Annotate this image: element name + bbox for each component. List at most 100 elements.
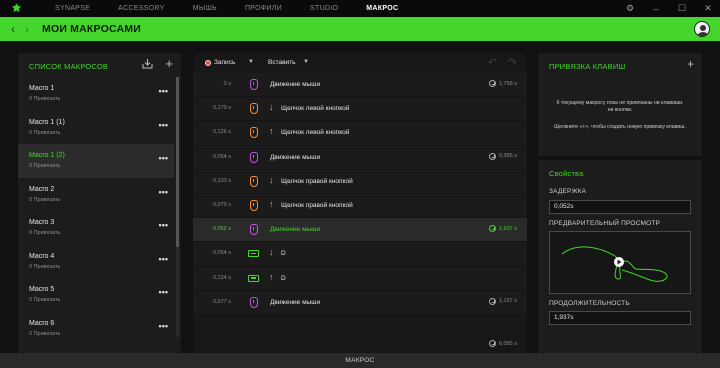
macro-binding-count: 0 Привязать <box>29 297 61 303</box>
clock-icon <box>488 80 496 87</box>
import-icon[interactable] <box>142 58 153 72</box>
key-binding-text-line: К текущему макросу пока не привязаны ни … <box>556 100 684 106</box>
step-delay[interactable]: 0,054 s <box>201 250 231 256</box>
step-label: Движение мыши <box>270 153 321 161</box>
macro-step-row[interactable]: 0,124 s ↑ D <box>193 266 527 291</box>
duration-field[interactable]: 1,937s <box>549 311 691 325</box>
macro-list-item[interactable]: Macro 1 0 Привязать ••• <box>18 77 174 111</box>
keyboard-icon <box>248 247 259 260</box>
properties-title: Свойства <box>549 169 584 178</box>
macro-name: Macro 2 <box>29 185 55 193</box>
macro-editor-panel: Запись ▼ Вставить ▼ ↶ ↷ 0 s Движение мыши… <box>193 53 527 353</box>
add-binding-icon[interactable]: + <box>687 57 694 71</box>
razer-logo-icon[interactable] <box>8 0 25 17</box>
macro-list-item[interactable]: Macro 1 (1) 0 Привязать ••• <box>18 111 174 145</box>
undo-icon[interactable]: ↶ <box>488 56 497 69</box>
macro-list-item[interactable]: Macro 2 0 Привязать ••• <box>18 178 174 212</box>
mouse-click-icon <box>248 102 259 115</box>
add-macro-icon[interactable]: + <box>165 57 173 72</box>
tab-mouse[interactable]: МЫШЬ <box>179 0 231 17</box>
macro-step-row[interactable]: 0 s Движение мыши 1,758 s <box>193 73 527 98</box>
macro-step-row[interactable]: 0,054 s Движение мыши 0,385 s <box>193 145 527 170</box>
editor-toolbar: Запись ▼ Вставить ▼ ↶ ↷ <box>193 53 527 73</box>
delay-field[interactable]: 0,052s <box>549 200 691 214</box>
macro-list-item[interactable]: Macro 4 0 Привязать ••• <box>18 245 174 279</box>
macro-step-row[interactable]: 0,077 s Движение мыши 1,157 s <box>193 290 527 315</box>
more-options-icon[interactable]: ••• <box>159 86 168 96</box>
record-button[interactable]: Запись <box>205 59 235 66</box>
step-delay[interactable]: 0,179 s <box>201 105 231 111</box>
step-label: Щелчок левой кнопкой <box>281 129 350 137</box>
macro-binding-count: 0 Привязать <box>29 330 61 337</box>
back-arrow-icon[interactable]: ‹ <box>6 22 20 36</box>
delay-label: ЗАДЕРЖКА <box>549 188 587 195</box>
total-duration-value: 6,085 s <box>498 340 517 347</box>
macro-name: Macro 6 <box>29 319 55 327</box>
properties-panel: Свойства ЗАДЕРЖКА 0,052s ПРЕДВАРИТЕЛЬНЫЙ… <box>538 160 702 353</box>
macro-step-row[interactable]: 0,079 s ↑ Щелчок правой кнопкой <box>193 193 527 219</box>
more-options-icon[interactable]: ••• <box>159 153 168 163</box>
mouse-click-icon <box>248 126 259 139</box>
step-delay[interactable]: 0,079 s <box>201 202 231 208</box>
more-options-icon[interactable]: ••• <box>159 220 168 230</box>
tab-studio[interactable]: STUDIO <box>296 0 352 17</box>
redo-icon[interactable]: ↷ <box>508 56 517 69</box>
footer-bar: МАКРОС <box>0 353 720 368</box>
macro-list-item[interactable]: Macro 3 0 Привязать ••• <box>18 211 174 245</box>
macro-step-row[interactable]: 0,103 s ↓ Щелчок правой кнопкой <box>193 169 527 194</box>
arrow-up-icon: ↑ <box>269 126 274 137</box>
step-label: Щелчок правой кнопкой <box>281 177 353 185</box>
macro-list-item[interactable]: Macro 6 0 Привязать ••• <box>18 312 174 346</box>
key-binding-title: ПРИВЯЗКА КЛАВИШ <box>549 62 626 71</box>
insert-button[interactable]: Вставить <box>268 59 296 66</box>
tab-synapse[interactable]: SYNAPSE <box>25 0 104 17</box>
more-options-icon[interactable]: ••• <box>159 321 168 331</box>
key-binding-panel: ПРИВЯЗКА КЛАВИШ + К текущему макросу пок… <box>538 53 702 156</box>
step-duration[interactable]: 0,385 s <box>488 152 517 160</box>
macro-list-item[interactable]: Macro 5 0 Привязать ••• <box>18 278 174 312</box>
close-icon[interactable]: ✕ <box>702 3 714 14</box>
arrow-up-icon: ↑ <box>269 271 274 282</box>
macro-step-row[interactable]: 0,054 s ↓ D <box>193 242 527 267</box>
more-options-icon[interactable]: ••• <box>159 287 168 297</box>
arrow-down-icon: ↓ <box>269 247 274 258</box>
minimize-icon[interactable]: – <box>650 4 662 14</box>
step-delay[interactable]: 0,126 s <box>201 129 231 135</box>
settings-gear-icon[interactable]: ⚙ <box>624 3 636 14</box>
page-header: ‹ › МОИ МАКРОСАМИ <box>0 17 720 41</box>
more-options-icon[interactable]: ••• <box>159 187 168 197</box>
macro-binding-count: 0 Привязать <box>29 163 61 169</box>
record-dropdown-chevron-icon[interactable]: ▼ <box>248 59 254 65</box>
more-options-icon[interactable]: ••• <box>159 120 168 130</box>
macro-list-item-selected[interactable]: Macro 1 (2) 0 Привязать ••• <box>18 144 174 178</box>
step-delay[interactable]: 0,052 s <box>201 226 231 232</box>
macro-binding-count: 0 Привязать <box>29 230 61 236</box>
macro-name: Macro 5 <box>29 286 55 293</box>
step-delay[interactable]: 0,124 s <box>201 275 231 281</box>
step-delay[interactable]: 0,054 s <box>201 154 231 160</box>
more-options-icon[interactable]: ••• <box>159 254 168 264</box>
step-duration[interactable]: 1,758 s <box>488 80 517 87</box>
scrollbar-thumb[interactable] <box>176 77 179 247</box>
step-duration[interactable]: 1,937 s <box>488 225 517 233</box>
tab-macro[interactable]: МАКРОС <box>352 0 412 17</box>
forward-arrow-icon[interactable]: › <box>20 22 34 36</box>
step-duration[interactable]: 1,157 s <box>488 297 517 305</box>
tab-profiles[interactable]: ПРОФИЛИ <box>231 0 296 17</box>
macro-step-row[interactable]: 0,126 s ↑ Щелчок левой кнопкой <box>193 121 527 146</box>
macro-step-row[interactable]: 0,052 s Движение мыши 1,937 s <box>193 218 527 243</box>
maximize-icon[interactable]: ☐ <box>676 3 688 14</box>
top-nav-bar: SYNAPSE ACCESSORY МЫШЬ ПРОФИЛИ STUDIO МА… <box>0 0 720 17</box>
tab-accessory[interactable]: ACCESSORY <box>104 0 179 17</box>
macro-step-row[interactable]: 0,179 s ↓ Щелчок левой кнопкой <box>193 97 527 122</box>
macro-list-scrollbar[interactable] <box>176 77 179 337</box>
user-avatar-icon[interactable] <box>694 21 710 37</box>
step-label: Движение мыши <box>270 298 321 306</box>
insert-dropdown-chevron-icon[interactable]: ▼ <box>303 59 309 65</box>
record-icon <box>205 59 211 66</box>
step-delay[interactable]: 0,077 s <box>201 299 231 305</box>
step-delay[interactable]: 0 s <box>201 81 231 87</box>
macro-name: Macro 1 <box>29 85 55 92</box>
step-delay[interactable]: 0,103 s <box>201 178 231 184</box>
macro-step-list: 0 s Движение мыши 1,758 s 0,179 s ↓ Щелчок ле… <box>193 73 527 315</box>
